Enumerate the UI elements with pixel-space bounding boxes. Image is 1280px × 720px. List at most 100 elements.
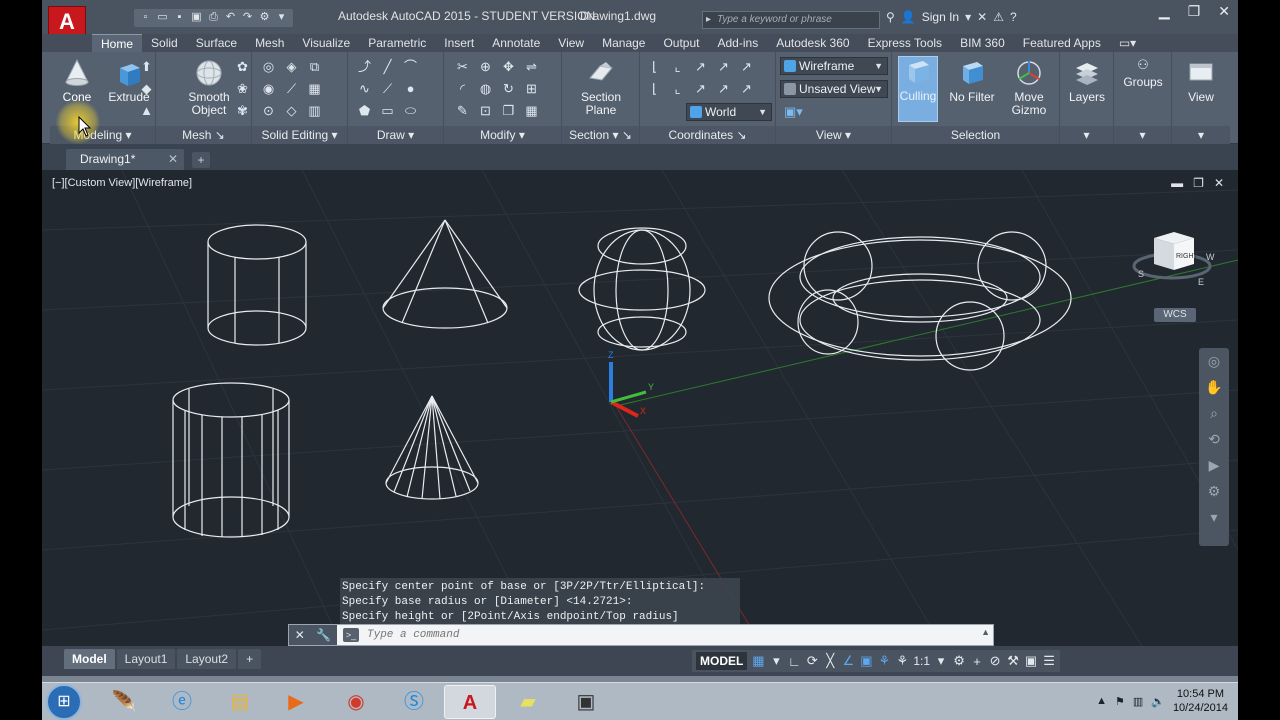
interfere-icon[interactable]: ◈	[283, 57, 300, 76]
spline-icon[interactable]: ∿	[356, 79, 373, 98]
cone-wireframe[interactable]	[382, 219, 508, 329]
stay-connected-icon[interactable]: ⚠	[993, 10, 1004, 24]
thicken-icon[interactable]: ◇	[283, 101, 300, 120]
ucs-zaxis-icon[interactable]: ↗	[738, 79, 755, 98]
file-tab-drawing1[interactable]: Drawing1* ✕	[66, 149, 184, 170]
panel-title-solid-editing[interactable]: Solid Editing ▾	[252, 126, 347, 144]
3d-align-icon[interactable]: ⊞	[523, 79, 540, 98]
user-icon[interactable]: 👤	[901, 10, 916, 24]
tab-model[interactable]: Model	[64, 649, 115, 669]
annotation-scale[interactable]: 1:1	[913, 654, 930, 668]
command-input[interactable]	[367, 626, 927, 644]
save-as-icon[interactable]: ▣	[189, 9, 204, 25]
ucs-object-icon[interactable]: ⌞	[669, 79, 686, 98]
model-space-toggle[interactable]: MODEL	[696, 652, 748, 670]
taskbar-video-recorder-icon[interactable]: ▣	[560, 685, 612, 719]
groups-button[interactable]: ⚇ Groups	[1118, 58, 1168, 89]
mesh-smooth-more-icon[interactable]: ✿	[234, 57, 251, 76]
maximize-icon[interactable]: ❐	[1188, 3, 1201, 20]
isolate-objects-icon[interactable]: ⊘	[988, 653, 1002, 669]
construction-line-icon[interactable]: ⟋	[379, 79, 396, 98]
tab-surface[interactable]: Surface	[187, 34, 246, 52]
tab-output[interactable]: Output	[654, 34, 708, 52]
ucs-3point-icon[interactable]: ↗	[715, 79, 732, 98]
snap-dropdown-icon[interactable]: ▾	[769, 653, 783, 669]
taskbar-app-feather-icon[interactable]: 🪶	[98, 685, 150, 719]
steering-wheel-icon[interactable]: ◎	[1199, 348, 1229, 374]
ortho-icon[interactable]: ∟	[787, 654, 801, 669]
minimize-icon[interactable]: ▁	[1159, 3, 1170, 20]
zoom-icon[interactable]: ⌕	[1199, 400, 1229, 426]
tab-insert[interactable]: Insert	[435, 34, 483, 52]
arc-icon[interactable]: ⌒	[402, 57, 419, 76]
fillet-icon[interactable]: ◜	[454, 79, 471, 98]
history-expand-icon[interactable]: ▲	[981, 627, 990, 637]
named-view-dropdown[interactable]: Unsaved View ▼	[780, 80, 888, 98]
save-icon[interactable]: ▪	[172, 9, 187, 25]
taskbar-autocad-icon[interactable]: A	[444, 685, 496, 719]
extract-edges-icon[interactable]: ⧉	[306, 57, 323, 76]
intersect-icon[interactable]: ⊙	[260, 101, 277, 120]
erase-icon[interactable]: ▦	[523, 101, 540, 120]
sphere-wireframe[interactable]	[578, 227, 706, 351]
tray-expand-icon[interactable]: ▲	[1096, 695, 1107, 707]
navbar-expand-icon[interactable]: ▾	[1199, 504, 1229, 530]
exchange-icon[interactable]: ✕	[977, 10, 987, 24]
ucs-x-icon[interactable]: ↗	[692, 57, 709, 76]
layers-button[interactable]: Layers	[1062, 58, 1112, 104]
workspace-icon[interactable]: ⚙	[257, 9, 272, 25]
ucs-origin-icon[interactable]: ⌞	[669, 57, 686, 76]
tab-visualize[interactable]: Visualize	[293, 34, 359, 52]
search-input[interactable]: ▸ Type a keyword or phrase	[702, 11, 880, 29]
panel-title-modify[interactable]: Modify ▾	[444, 126, 561, 144]
pan-icon[interactable]: ✋	[1199, 374, 1229, 400]
view-button[interactable]: View	[1176, 58, 1226, 104]
volume-icon[interactable]: 🔈	[1151, 695, 1165, 708]
tab-parametric[interactable]: Parametric	[359, 34, 435, 52]
separate-icon[interactable]: ▦	[306, 79, 323, 98]
panel-title-view[interactable]: View ▾	[776, 126, 891, 144]
mesh-refine-icon[interactable]: ✾	[234, 101, 251, 120]
visual-style-dropdown[interactable]: Wireframe ▼	[780, 57, 888, 75]
slice-icon[interactable]: ⟋	[283, 79, 300, 98]
network-icon[interactable]: ▥	[1133, 695, 1143, 708]
ucs-y-icon[interactable]: ↗	[715, 57, 732, 76]
plot-icon[interactable]: ⎙	[206, 9, 221, 25]
presspull-icon[interactable]: ⬆	[138, 57, 155, 76]
ellipse-icon[interactable]: ⬭	[402, 101, 419, 120]
line-icon[interactable]: ╱	[379, 57, 396, 76]
3d-mirror-icon[interactable]: ⇌	[523, 57, 540, 76]
groups-dropdown-icon[interactable]: ▾	[1114, 126, 1171, 144]
ucs-z-icon[interactable]: ↗	[738, 57, 755, 76]
hardware-acceleration-icon[interactable]: ⚒	[1006, 653, 1020, 669]
tab-bim-360[interactable]: BIM 360	[951, 34, 1014, 52]
tab-add-ins[interactable]: Add-ins	[709, 34, 768, 52]
viewport-config-icon[interactable]: ▣▾	[784, 104, 808, 122]
tab-manage[interactable]: Manage	[593, 34, 654, 52]
panel-title-mesh[interactable]: Mesh ↘	[156, 126, 251, 144]
ucs-icon[interactable]: ⌊	[646, 57, 663, 76]
scale-dropdown-icon[interactable]: ▾	[934, 653, 948, 669]
viewport-restore-icon[interactable]: ❐	[1193, 176, 1204, 190]
qat-dropdown-icon[interactable]: ▾	[274, 9, 289, 25]
help-icon[interactable]: ?	[1010, 10, 1017, 24]
customize-icon[interactable]: 🔧	[316, 628, 331, 642]
tab-featured-apps[interactable]: Featured Apps	[1014, 34, 1110, 52]
redo-icon[interactable]: ↷	[240, 9, 255, 25]
rectangle-icon[interactable]: ▭	[379, 101, 396, 120]
action-center-icon[interactable]: ⚑	[1115, 695, 1125, 708]
tab-home[interactable]: Home	[92, 34, 143, 52]
tab-layout1[interactable]: Layout1	[116, 649, 176, 669]
clock[interactable]: 10:54 PM 10/24/2014	[1173, 687, 1228, 715]
viewport-minimize-icon[interactable]: ▬	[1171, 176, 1183, 190]
rotate-icon[interactable]: ↻	[500, 79, 517, 98]
viewcube[interactable]: RIGHT S E W	[1132, 232, 1215, 287]
ucs-view-icon[interactable]: ⌊	[646, 79, 663, 98]
subtract-icon[interactable]: ◉	[260, 79, 277, 98]
smooth-object-button[interactable]: Smooth Object	[184, 58, 234, 117]
ribbon-options-icon[interactable]: ▭▾	[1110, 34, 1145, 52]
add-scale-icon[interactable]: +	[970, 654, 984, 669]
polyline-icon[interactable]: ⤴	[356, 57, 373, 76]
undo-icon[interactable]: ↶	[223, 9, 238, 25]
panel-title-section[interactable]: Section ▾ ↘	[562, 126, 639, 144]
